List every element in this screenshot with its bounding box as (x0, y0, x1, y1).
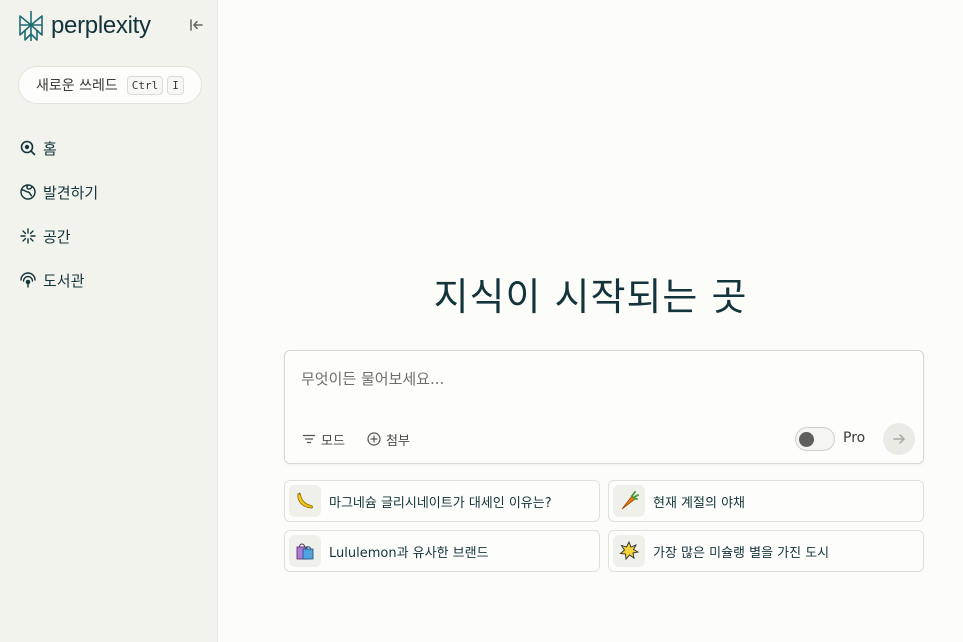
suggestion-magnesium[interactable]: 마그네슘 글리시네이트가 대세인 이유는? (284, 480, 600, 522)
pro-label: Pro (843, 430, 866, 446)
ask-box: 모드 첨부 Pro (284, 350, 924, 464)
pro-toggle[interactable] (795, 427, 835, 451)
banana-emoji-icon (289, 485, 321, 517)
suggestion-michelin[interactable]: 가장 많은 미슐랭 별을 가진 도시 (608, 530, 924, 572)
attach-label: 첨부 (386, 433, 410, 449)
perplexity-logo-icon (19, 11, 43, 41)
new-thread-button[interactable]: 새로운 쓰레드 Ctrl I (18, 66, 202, 104)
sidebar-item-spaces[interactable]: 공간 (19, 214, 209, 258)
page-title: 지식이 시작되는 곳 (433, 275, 748, 319)
suggestion-lululemon[interactable]: Lululemon과 유사한 브랜드 (284, 530, 600, 572)
sidebar-item-library[interactable]: 도서관 (19, 258, 209, 302)
plus-circle-icon (367, 432, 381, 446)
carrot-emoji-icon (613, 485, 645, 517)
main-content: 지식이 시작되는 곳 모드 첨부 Pro (218, 0, 963, 642)
arrow-right-icon (893, 434, 905, 444)
sidebar-item-label: 홈 (43, 139, 57, 158)
pro-toggle-knob (799, 432, 814, 447)
shortcut-key-i: I (167, 75, 184, 95)
library-icon (20, 272, 36, 288)
logo[interactable]: perplexity (17, 10, 209, 42)
filter-icon (302, 434, 316, 444)
sidebar-item-home[interactable]: 홈 (19, 126, 209, 170)
mode-label: 모드 (321, 433, 345, 449)
attach-button[interactable]: 첨부 (367, 429, 410, 449)
globe-icon (20, 184, 36, 200)
suggestion-label: 가장 많은 미슐랭 별을 가진 도시 (653, 545, 830, 561)
shortcut-key-ctrl: Ctrl (126, 75, 164, 95)
suggestion-label: 마그네슘 글리시네이트가 대세인 이유는? (329, 495, 552, 511)
sidebar-item-label: 발견하기 (43, 183, 99, 202)
sidebar: perplexity 새로운 쓰레드 Ctrl I 홈 발견하기 공간 도서관 (0, 0, 218, 642)
search-home-icon (20, 140, 36, 156)
sidebar-item-label: 공간 (43, 227, 71, 246)
collapse-sidebar-icon[interactable] (187, 16, 205, 34)
sidebar-nav: 홈 발견하기 공간 도서관 (19, 126, 209, 302)
suggestion-label: 현재 계절의 야채 (653, 495, 745, 511)
sidebar-item-label: 도서관 (43, 271, 85, 290)
ask-input[interactable] (301, 367, 901, 391)
mode-button[interactable]: 모드 (302, 429, 345, 449)
new-thread-label: 새로운 쓰레드 (36, 78, 118, 94)
submit-button[interactable] (883, 423, 915, 455)
star-burst-emoji-icon (613, 535, 645, 567)
sparkle-icon (20, 228, 36, 244)
suggestion-label: Lululemon과 유사한 브랜드 (329, 545, 489, 561)
shopping-bags-emoji-icon (289, 535, 321, 567)
sidebar-item-discover[interactable]: 발견하기 (19, 170, 209, 214)
suggestion-vegetables[interactable]: 현재 계절의 야채 (608, 480, 924, 522)
logo-text: perplexity (51, 12, 151, 39)
